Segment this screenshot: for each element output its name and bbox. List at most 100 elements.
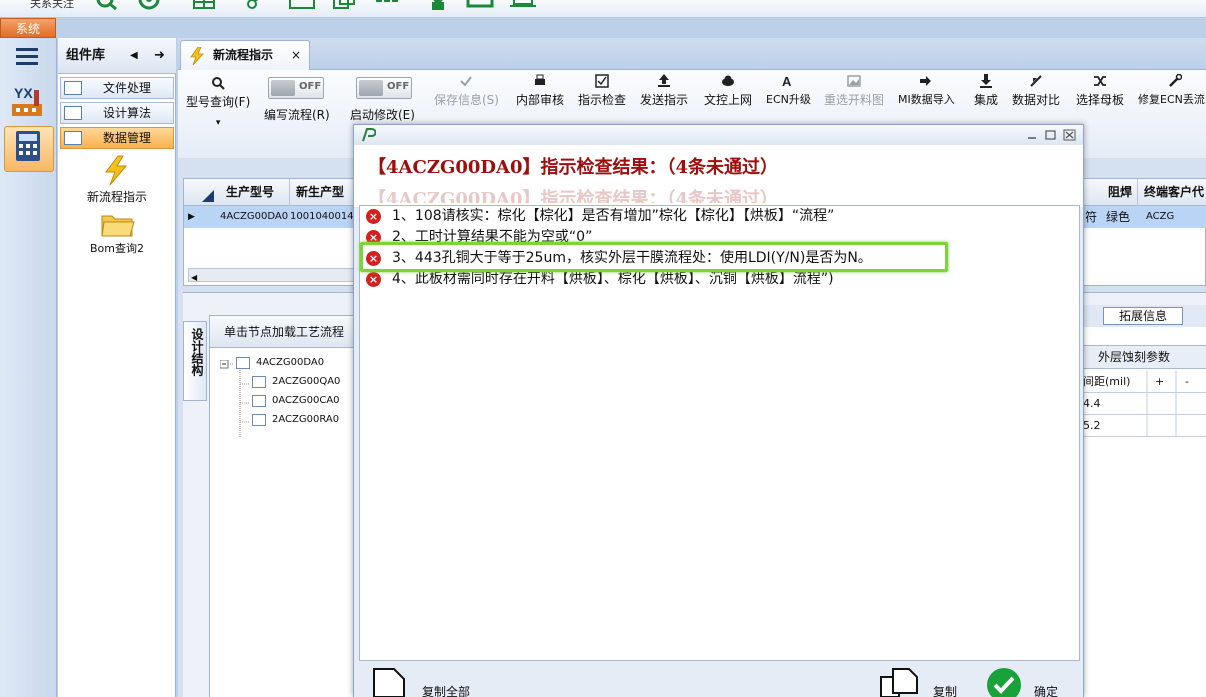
- data-compare-button[interactable]: 数据对比: [1012, 74, 1060, 108]
- col-header-solder-mask[interactable]: 阻焊: [1102, 179, 1138, 206]
- copy-icon[interactable]: [332, 0, 362, 10]
- reselect-cutting-diagram-button[interactable]: 重选开料图: [824, 74, 884, 108]
- fix-ecn-lost-button[interactable]: 修复ECN丢流: [1136, 74, 1206, 107]
- tool-bom-query[interactable]: Bom查询2: [58, 210, 176, 256]
- toggle-knob: [359, 80, 383, 96]
- doc-control-online-button[interactable]: 文控上网: [704, 74, 752, 108]
- left-toolbar: YX: [0, 38, 57, 697]
- cell-new-model: 10010400142: [290, 211, 360, 222]
- tab-design-structure[interactable]: 设计结构: [183, 321, 207, 401]
- select-all-icon[interactable]: [202, 190, 216, 204]
- ribbon-label: 指示检查: [578, 93, 627, 107]
- node-label: 4ACZG00DA0: [256, 357, 325, 368]
- dropdown-arrow-icon[interactable]: ▾: [186, 118, 250, 128]
- ext-info-button[interactable]: 拓展信息: [1103, 307, 1183, 325]
- window-icon: [64, 131, 82, 145]
- hamburger-menu-icon[interactable]: [16, 48, 40, 66]
- cell-spacing: 5.2: [1083, 419, 1101, 432]
- ribbon-label: 发送指示: [640, 93, 689, 107]
- tree-node[interactable]: 2ACZG00RA0: [252, 412, 339, 428]
- col-header-end-customer[interactable]: 终端客户代: [1138, 179, 1206, 206]
- window-icon: [64, 81, 82, 95]
- scroll-left-icon[interactable]: ◀: [189, 273, 197, 282]
- factory-app-button[interactable]: YX: [4, 82, 54, 128]
- lib-item-data-management[interactable]: 数据管理: [60, 127, 174, 149]
- quick-access-label[interactable]: 关系关注: [30, 0, 74, 11]
- check-result-dialog: 【4ACZG00DA0】指示检查结果：（4条未通过） 【4ACZG00DA0】指…: [353, 124, 1084, 697]
- system-tab[interactable]: 系统: [0, 18, 56, 38]
- document-icon: [373, 668, 405, 697]
- col-plus: +: [1155, 375, 1165, 388]
- dialog-heading-ghost: 【4ACZG00DA0】指示检查结果：（4条未通过）: [368, 189, 778, 203]
- tree-node[interactable]: 2ACZG00QA0: [252, 374, 340, 390]
- instruction-check-button[interactable]: 指示检查: [578, 74, 626, 108]
- lib-item-file-processing[interactable]: 文件处理: [60, 77, 174, 99]
- col-header-model[interactable]: 生产型号: [220, 179, 290, 206]
- scissors-icon[interactable]: [246, 0, 272, 10]
- document-tab-strip: 新流程指示 ×: [178, 38, 1206, 71]
- cell-solder: 绿色: [1106, 210, 1131, 224]
- close-tab-icon[interactable]: ×: [291, 41, 301, 69]
- write-process-toggle[interactable]: OFF: [268, 77, 324, 99]
- user-icon[interactable]: [428, 0, 450, 10]
- network-icon[interactable]: [136, 0, 166, 10]
- grid-divider: [1146, 371, 1148, 437]
- collapse-left-icon[interactable]: ◀: [130, 38, 138, 74]
- apps-icon[interactable]: [374, 0, 404, 10]
- checkmark-circle-icon: [987, 668, 1021, 697]
- toggle-knob: [271, 80, 295, 96]
- quick-access-bar: 关系关注: [0, 0, 1206, 18]
- svg-text:A: A: [782, 74, 792, 88]
- window-controls: [1028, 129, 1076, 141]
- row-pointer-icon: ▶: [188, 212, 195, 222]
- horizontal-scrollbar[interactable]: ◀: [188, 268, 358, 282]
- cloud-upload-icon: [722, 75, 734, 86]
- window-icon: [64, 106, 82, 120]
- node-icon: [252, 395, 266, 407]
- mi-data-import-button[interactable]: MI数据导入: [898, 74, 955, 107]
- list-item[interactable]: × 4、此板材需同时存在开料【烘板】、棕化【烘板】、沉铜【烘板】流程”): [362, 269, 1062, 289]
- tree-node-root[interactable]: 4ACZG00DA0: [236, 355, 324, 371]
- tab-new-process-instruction[interactable]: 新流程指示 ×: [180, 40, 310, 71]
- lib-item-design-algorithm[interactable]: 设计算法: [60, 102, 174, 124]
- save-info-button[interactable]: 保存信息(S): [434, 74, 499, 108]
- font-icon: A: [782, 74, 792, 88]
- monitor-icon[interactable]: [466, 0, 496, 10]
- grid-icon[interactable]: [192, 0, 222, 10]
- tool-label: Bom查询2: [90, 242, 144, 255]
- maximize-icon[interactable]: [1045, 130, 1056, 140]
- component-library-panel: 组件库 ◀ ➜ 文件处理 设计算法 数据管理 新流程指示 Bom查询2: [58, 38, 176, 697]
- lib-item-label: 文件处理: [103, 81, 152, 95]
- list-item[interactable]: × 1、108请核实：棕化【棕化】是否有增加”棕化【棕化】【烘板】“流程”: [362, 206, 1062, 226]
- film-icon[interactable]: [288, 0, 318, 10]
- ribbon-label: 保存信息(S): [434, 93, 499, 107]
- internal-review-button[interactable]: 内部审核: [516, 74, 564, 108]
- tool-new-process-instruction[interactable]: 新流程指示: [58, 154, 176, 205]
- enable-edit-toggle[interactable]: OFF: [356, 77, 412, 99]
- search-icon[interactable]: [96, 0, 122, 10]
- table-row[interactable]: 4.4: [1083, 393, 1206, 415]
- grid-divider: [1175, 371, 1177, 437]
- send-instruction-button[interactable]: 发送指示: [640, 74, 688, 108]
- dialog-title-bar[interactable]: [354, 125, 1083, 145]
- message-text: 1、108请核实：棕化【棕化】是否有增加”棕化【棕化】【烘板】“流程”: [392, 208, 835, 224]
- ribbon-label: 文控上网: [704, 93, 753, 107]
- integrate-button[interactable]: 集成: [974, 74, 998, 108]
- node-icon: [236, 357, 250, 369]
- check-icon: [460, 76, 473, 87]
- image-icon: [847, 75, 861, 87]
- lib-item-label: 设计算法: [103, 106, 152, 120]
- table-row[interactable]: 5.2: [1083, 415, 1206, 437]
- ribbon-label: 重选开料图: [824, 93, 885, 107]
- pin-icon[interactable]: ➜: [154, 38, 165, 74]
- model-query-button[interactable]: 型号查询(F) ▾: [186, 76, 250, 128]
- calculator-app-button[interactable]: [4, 126, 54, 172]
- error-icon: ×: [366, 209, 381, 224]
- laptop-icon[interactable]: [510, 0, 540, 10]
- close-icon[interactable]: [1063, 129, 1076, 141]
- svg-text:YX: YX: [14, 85, 33, 101]
- tree-node[interactable]: 0ACZG00CA0: [252, 393, 340, 409]
- ecn-upgrade-button[interactable]: A ECN升级: [766, 74, 811, 107]
- select-mother-board-button[interactable]: 选择母板: [1076, 74, 1124, 108]
- col-header-new-model[interactable]: 新生产型: [290, 179, 360, 206]
